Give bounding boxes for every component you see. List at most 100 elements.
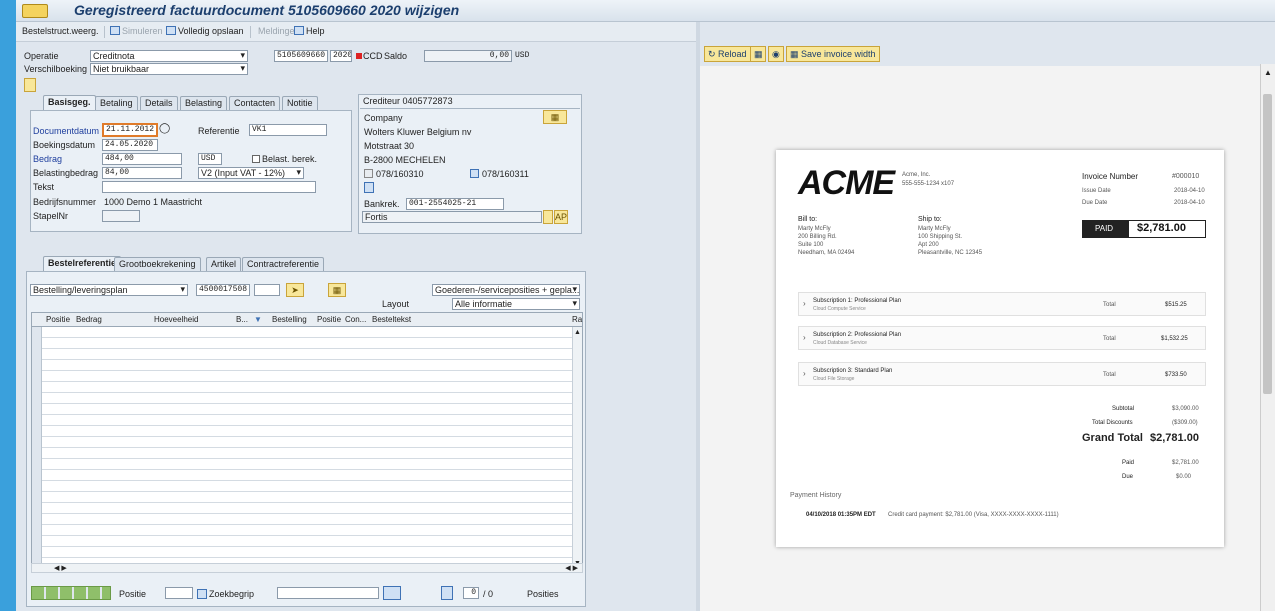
page-icon[interactable]: [441, 586, 453, 600]
save-invoice-width-button[interactable]: ▦ Save invoice width: [786, 46, 880, 62]
row-selector[interactable]: [32, 393, 42, 404]
viewer-icon-button-2[interactable]: ◉: [768, 46, 784, 62]
col-header[interactable]: Positie: [46, 315, 70, 324]
calendar-icon[interactable]: ◯: [159, 123, 170, 134]
stapelnr-field[interactable]: [102, 210, 140, 222]
col-header[interactable]: B...: [236, 315, 248, 324]
belast-berek-checkbox[interactable]: Belast. berek.: [252, 154, 317, 164]
table-row[interactable]: [32, 404, 572, 415]
table-row[interactable]: [32, 360, 572, 371]
toolbar-bestelstruct-button[interactable]: Bestelstruct.weerg.: [22, 26, 99, 36]
bedrag-field[interactable]: 484,00: [102, 153, 182, 165]
po-item-field[interactable]: [254, 284, 280, 296]
execute-search-icon[interactable]: ➤: [286, 283, 304, 297]
currency-field[interactable]: USD: [198, 153, 222, 165]
row-selector[interactable]: [32, 349, 42, 360]
tab-contacten[interactable]: Contacten: [229, 96, 281, 110]
row-selector[interactable]: [32, 371, 42, 382]
row-selector[interactable]: [32, 415, 42, 426]
table-row[interactable]: [32, 426, 572, 437]
table-row[interactable]: [32, 481, 572, 492]
goods-type-select[interactable]: Goederen-/serviceposities + gepla...: [432, 284, 580, 296]
col-header[interactable]: Besteltekst: [372, 315, 411, 324]
row-selector[interactable]: [32, 327, 42, 338]
table-row[interactable]: [32, 547, 572, 558]
row-selector[interactable]: [32, 459, 42, 470]
tab-contractreferentie[interactable]: Contractreferentie: [242, 257, 325, 271]
line-item[interactable]: › Subscription 1: Professional Plan Clou…: [798, 292, 1206, 316]
table-row[interactable]: [32, 393, 572, 404]
row-selector[interactable]: [32, 514, 42, 525]
documentdatum-field[interactable]: 21.11.2012: [102, 123, 158, 137]
row-selector[interactable]: [32, 437, 42, 448]
scroll-up-icon[interactable]: ▲: [1264, 68, 1272, 77]
table-row[interactable]: [32, 503, 572, 514]
row-selector[interactable]: [32, 426, 42, 437]
boekingsdatum-field[interactable]: 24.05.2020: [102, 139, 158, 151]
col-header[interactable]: Ra: [572, 315, 582, 324]
table-row[interactable]: [32, 525, 572, 536]
bank-detail-icon[interactable]: [543, 210, 553, 224]
row-selector[interactable]: [32, 360, 42, 371]
toolbar-help-button[interactable]: Help: [294, 26, 325, 36]
table-vertical-scrollbar[interactable]: ▲ ▼: [572, 327, 582, 569]
toolbar-simuleren-button[interactable]: Simuleren: [110, 26, 163, 36]
tab-notitie[interactable]: Notitie: [282, 96, 318, 110]
row-selector[interactable]: [32, 448, 42, 459]
col-header[interactable]: Positie: [317, 315, 341, 324]
tab-bestelreferentie[interactable]: Bestelreferentie: [43, 256, 122, 271]
row-selector[interactable]: [32, 492, 42, 503]
table-row[interactable]: [32, 459, 572, 470]
table-row[interactable]: [32, 492, 572, 503]
viewer-icon-button[interactable]: ▦: [750, 46, 766, 62]
row-selector[interactable]: [32, 547, 42, 558]
table-row[interactable]: [32, 349, 572, 360]
tab-basisgeg[interactable]: Basisgeg.: [43, 95, 96, 110]
copy-icon[interactable]: ▦: [328, 283, 346, 297]
tab-details[interactable]: Details: [140, 96, 178, 110]
sap-menu-icon[interactable]: [22, 4, 48, 18]
vendor-more-icon[interactable]: [364, 182, 374, 193]
referentie-field[interactable]: VK1: [249, 124, 327, 136]
row-selector[interactable]: [32, 404, 42, 415]
tab-belasting[interactable]: Belasting: [180, 96, 228, 110]
line-item[interactable]: › Subscription 3: Standard Plan Cloud Fi…: [798, 362, 1206, 386]
col-header[interactable]: Bedrag: [76, 315, 102, 324]
col-header[interactable]: Con...: [345, 315, 366, 324]
header-toggle-icon[interactable]: [24, 78, 36, 92]
row-selector[interactable]: [32, 338, 42, 349]
row-selector[interactable]: [32, 470, 42, 481]
table-row[interactable]: [32, 470, 572, 481]
scroll-thumb[interactable]: [1263, 94, 1272, 394]
row-selector[interactable]: [32, 382, 42, 393]
table-row[interactable]: [32, 327, 572, 338]
po-number-field[interactable]: 4500017508: [196, 284, 250, 296]
row-selector[interactable]: [32, 503, 42, 514]
table-row[interactable]: [32, 514, 572, 525]
col-header[interactable]: Bestelling: [272, 315, 307, 324]
belastingbedrag-field[interactable]: 84,00: [102, 167, 182, 179]
scroll-up-icon[interactable]: ▲: [574, 329, 581, 336]
layout-select[interactable]: Alle informatie: [452, 298, 580, 310]
page-field[interactable]: 0: [463, 587, 479, 599]
operatie-select[interactable]: Creditnota: [90, 50, 248, 62]
table-row[interactable]: [32, 415, 572, 426]
row-selector[interactable]: [32, 525, 42, 536]
table-row[interactable]: [32, 371, 572, 382]
order-type-select[interactable]: Bestelling/leveringsplan: [30, 284, 188, 296]
table-row[interactable]: [32, 338, 572, 349]
find-icon[interactable]: [383, 586, 401, 600]
toolbar-save-button[interactable]: Volledig opslaan: [166, 26, 244, 36]
table-row[interactable]: [32, 437, 572, 448]
table-horizontal-scrollbar[interactable]: ◀ ▶ ◀ ▶: [31, 563, 583, 573]
tab-betaling[interactable]: Betaling: [95, 96, 138, 110]
table-row[interactable]: [32, 448, 572, 459]
col-header[interactable]: Hoeveelheid: [154, 315, 198, 324]
table-action-icons[interactable]: [31, 586, 111, 600]
ap-button[interactable]: AP: [554, 210, 568, 224]
zoekbegrip-field[interactable]: [277, 587, 379, 599]
table-row[interactable]: [32, 382, 572, 393]
row-selector[interactable]: [32, 536, 42, 547]
positie-field[interactable]: [165, 587, 193, 599]
table-row[interactable]: [32, 536, 572, 547]
